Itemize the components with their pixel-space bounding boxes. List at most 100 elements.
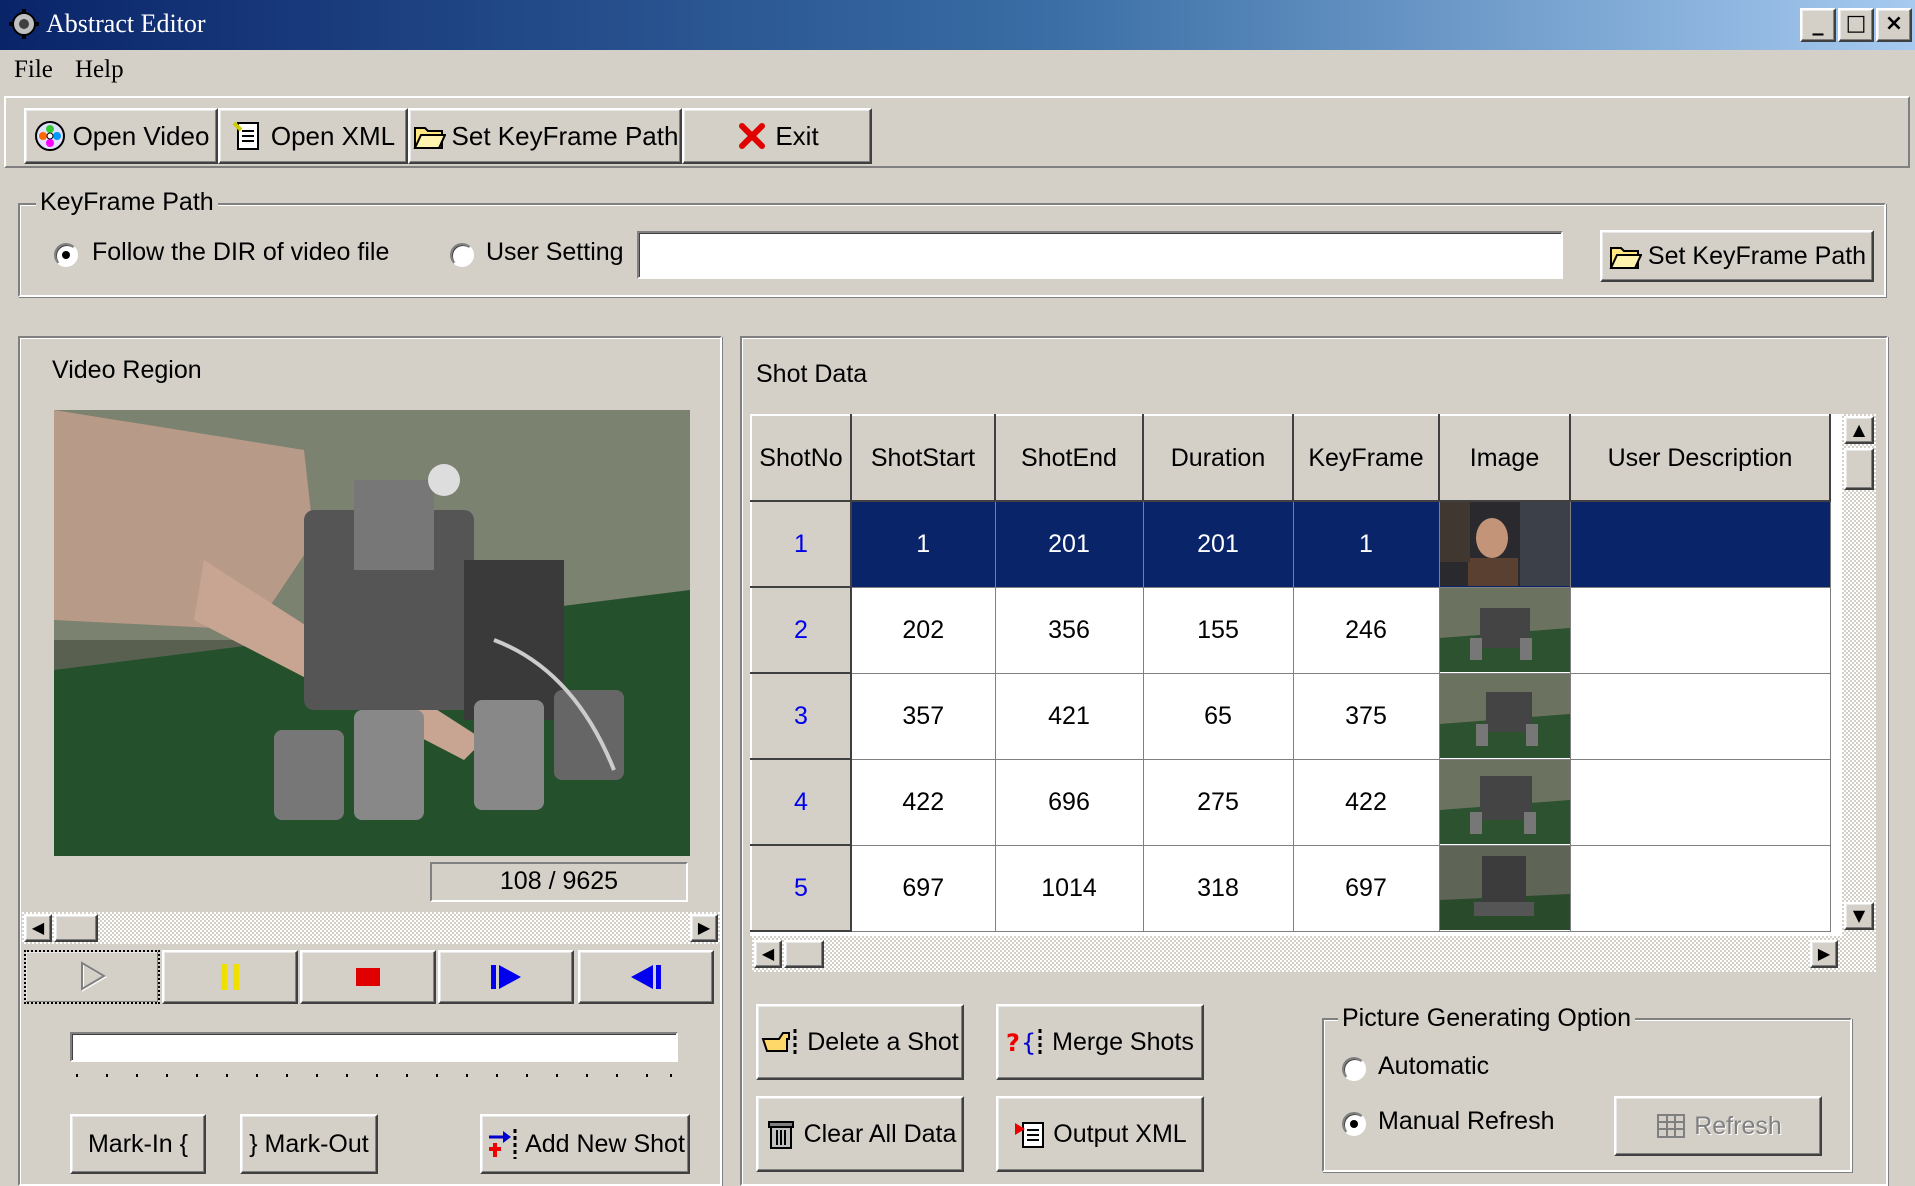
shot-grid[interactable]: ShotNo ShotStart ShotEnd Duration KeyFra… bbox=[750, 414, 1842, 936]
scroll-left-arrow-icon[interactable]: ◀ bbox=[24, 914, 52, 942]
automatic-label[interactable]: Automatic bbox=[1378, 1052, 1489, 1081]
manual-refresh-radio[interactable] bbox=[1342, 1112, 1366, 1136]
play-icon bbox=[81, 961, 107, 992]
position-track[interactable] bbox=[70, 1032, 678, 1062]
scroll-up-arrow-icon[interactable]: ▲ bbox=[1844, 416, 1874, 444]
keyframe-cell[interactable]: 246 bbox=[1292, 586, 1440, 674]
duration-cell[interactable]: 155 bbox=[1142, 586, 1294, 674]
keyframe-cell[interactable]: 697 bbox=[1292, 844, 1440, 932]
row-number[interactable]: 1 bbox=[750, 500, 852, 588]
duration-cell[interactable]: 65 bbox=[1142, 672, 1294, 760]
open-video-button[interactable]: Open Video bbox=[24, 108, 218, 164]
follow-dir-label[interactable]: Follow the DIR of video file bbox=[92, 238, 389, 267]
clear-all-data-label: Clear All Data bbox=[803, 1119, 957, 1148]
step-back-button[interactable] bbox=[578, 950, 714, 1004]
clear-all-data-button[interactable]: Clear All Data bbox=[756, 1096, 964, 1172]
keyframe-cell[interactable]: 375 bbox=[1292, 672, 1440, 760]
menu-help[interactable]: Help bbox=[75, 56, 124, 84]
merge-shots-button[interactable]: ?{ Merge Shots bbox=[996, 1004, 1204, 1080]
scroll-right-arrow-icon[interactable]: ▶ bbox=[690, 914, 718, 942]
thumbnail-cell[interactable] bbox=[1438, 586, 1571, 674]
thumbnail-cell[interactable] bbox=[1438, 500, 1571, 588]
keyframe-path-input[interactable] bbox=[637, 231, 1563, 279]
exit-button[interactable]: Exit bbox=[682, 108, 872, 164]
mark-in-button[interactable]: Mark-In { bbox=[70, 1114, 206, 1174]
follow-dir-radio[interactable] bbox=[54, 243, 78, 267]
video-frame[interactable] bbox=[54, 410, 690, 856]
table-row[interactable]: 5 697 1014 318 697 bbox=[750, 844, 1831, 932]
keyframe-thumbnail bbox=[1439, 760, 1570, 844]
shot-end-cell[interactable]: 696 bbox=[994, 758, 1144, 846]
shot-start-cell[interactable]: 202 bbox=[850, 586, 996, 674]
keyframe-cell[interactable]: 422 bbox=[1292, 758, 1440, 846]
shot-end-cell[interactable]: 356 bbox=[994, 586, 1144, 674]
grid-vertical-scrollbar[interactable] bbox=[1842, 414, 1876, 936]
shot-start-cell[interactable]: 357 bbox=[850, 672, 996, 760]
title-bar[interactable]: Abstract Editor _ □ × bbox=[0, 0, 1915, 50]
close-button[interactable]: × bbox=[1876, 8, 1912, 42]
keyframe-thumbnail bbox=[1439, 674, 1570, 758]
video-scroll-thumb[interactable] bbox=[54, 914, 98, 942]
duration-cell[interactable]: 318 bbox=[1142, 844, 1294, 932]
description-cell[interactable] bbox=[1569, 500, 1831, 588]
open-xml-button[interactable]: Open XML bbox=[218, 108, 408, 164]
description-cell[interactable] bbox=[1569, 844, 1831, 932]
output-xml-button[interactable]: Output XML bbox=[996, 1096, 1204, 1172]
shot-end-cell[interactable]: 421 bbox=[994, 672, 1144, 760]
scroll-down-arrow-icon[interactable]: ▼ bbox=[1844, 902, 1874, 930]
col-header-keyframe[interactable]: KeyFrame bbox=[1292, 414, 1440, 502]
shot-start-cell[interactable]: 1 bbox=[850, 500, 996, 588]
grid-scroll-right-arrow-icon[interactable]: ▶ bbox=[1810, 940, 1838, 968]
shot-end-cell[interactable]: 1014 bbox=[994, 844, 1144, 932]
table-row[interactable]: 4 422 696 275 422 bbox=[750, 758, 1831, 846]
table-row[interactable]: 3 357 421 65 375 bbox=[750, 672, 1831, 760]
shot-start-cell[interactable]: 697 bbox=[850, 844, 996, 932]
toolbar: Open Video Open XML Set KeyFrame Path Ex… bbox=[4, 96, 1910, 168]
table-row[interactable]: 2 202 356 155 246 bbox=[750, 586, 1831, 674]
col-header-shotend[interactable]: ShotEnd bbox=[994, 414, 1144, 502]
minimize-button[interactable]: _ bbox=[1800, 8, 1836, 42]
col-header-shotno[interactable]: ShotNo bbox=[750, 414, 852, 502]
user-setting-label[interactable]: User Setting bbox=[486, 238, 624, 267]
description-cell[interactable] bbox=[1569, 586, 1831, 674]
shot-end-cell[interactable]: 201 bbox=[994, 500, 1144, 588]
keyframe-cell[interactable]: 1 bbox=[1292, 500, 1440, 588]
row-number[interactable]: 4 bbox=[750, 758, 852, 846]
delete-shot-button[interactable]: Delete a Shot bbox=[756, 1004, 964, 1080]
grid-scroll-left-arrow-icon[interactable]: ◀ bbox=[754, 940, 782, 968]
video-scrollbar[interactable] bbox=[22, 912, 720, 944]
refresh-button[interactable]: Refresh bbox=[1614, 1096, 1822, 1156]
step-forward-button[interactable] bbox=[438, 950, 574, 1004]
grid-hscroll-thumb[interactable] bbox=[784, 940, 824, 968]
play-button[interactable] bbox=[24, 950, 160, 1004]
row-number[interactable]: 3 bbox=[750, 672, 852, 760]
manual-refresh-label[interactable]: Manual Refresh bbox=[1378, 1107, 1554, 1136]
description-cell[interactable] bbox=[1569, 758, 1831, 846]
grid-vscroll-thumb[interactable] bbox=[1844, 448, 1874, 490]
thumbnail-cell[interactable] bbox=[1438, 672, 1571, 760]
col-header-user-description[interactable]: User Description bbox=[1569, 414, 1831, 502]
thumbnail-cell[interactable] bbox=[1438, 758, 1571, 846]
row-number[interactable]: 5 bbox=[750, 844, 852, 932]
description-cell[interactable] bbox=[1569, 672, 1831, 760]
shot-start-cell[interactable]: 422 bbox=[850, 758, 996, 846]
stop-button[interactable] bbox=[300, 950, 436, 1004]
table-row[interactable]: 1 1 201 201 1 bbox=[750, 500, 1831, 588]
user-setting-radio[interactable] bbox=[450, 243, 474, 267]
pause-button[interactable] bbox=[162, 950, 298, 1004]
toolbar-set-keyframe-path-button[interactable]: Set KeyFrame Path bbox=[408, 108, 682, 164]
thumbnail-cell[interactable] bbox=[1438, 844, 1571, 932]
duration-cell[interactable]: 275 bbox=[1142, 758, 1294, 846]
add-new-shot-button[interactable]: Add New Shot bbox=[480, 1114, 690, 1174]
col-header-image[interactable]: Image bbox=[1438, 414, 1571, 502]
grid-horizontal-scrollbar[interactable] bbox=[752, 936, 1876, 972]
row-number[interactable]: 2 bbox=[750, 586, 852, 674]
col-header-shotstart[interactable]: ShotStart bbox=[850, 414, 996, 502]
col-header-duration[interactable]: Duration bbox=[1142, 414, 1294, 502]
mark-out-button[interactable]: } Mark-Out bbox=[240, 1114, 378, 1174]
maximize-button[interactable]: □ bbox=[1838, 8, 1874, 42]
duration-cell[interactable]: 201 bbox=[1142, 500, 1294, 588]
automatic-radio[interactable] bbox=[1342, 1057, 1366, 1081]
set-keyframe-path-button[interactable]: Set KeyFrame Path bbox=[1600, 230, 1874, 282]
menu-file[interactable]: File bbox=[14, 56, 53, 84]
